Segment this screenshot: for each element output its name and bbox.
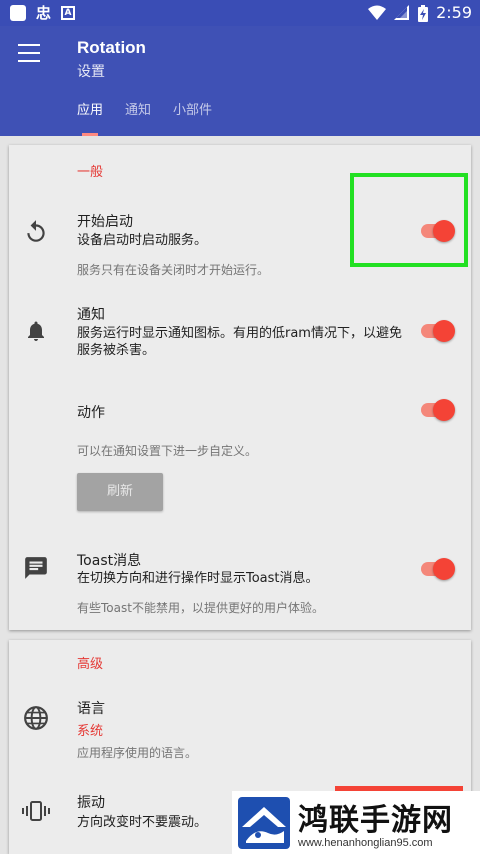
refresh-button[interactable]: 刷新 (77, 473, 163, 511)
app-bar: Rotation 设置 应用 通知 小部件 (0, 26, 480, 136)
restart-icon (21, 217, 51, 247)
highlight-annotation (350, 173, 468, 267)
wifi-icon (368, 5, 387, 20)
clock: 2:59 (436, 3, 472, 22)
setting-hint: 可以在通知设置下进一步自定义。 (77, 444, 258, 458)
section-header-advanced: 高级 (77, 657, 104, 672)
watermark: 鸿联手游网 www.henanhonglian95.com (232, 791, 480, 854)
setting-title: 通知 (77, 307, 105, 323)
setting-description: 服务运行时显示通知图标。有用的低ram情况下，以避免服务被杀害。 (77, 326, 402, 358)
setting-title: Toast消息 (77, 553, 142, 569)
setting-title: 语言 (77, 701, 105, 717)
language-value: 系统 (77, 724, 104, 739)
setting-hint: 服务只有在设备关闭时才开始运行。 (77, 263, 270, 277)
toast-switch[interactable] (419, 556, 457, 582)
globe-icon (21, 703, 51, 733)
setting-title: 开始启动 (77, 214, 133, 230)
app-subtitle: 设置 (77, 64, 105, 80)
notification-app-icon (10, 5, 26, 21)
menu-icon[interactable] (18, 44, 42, 64)
watermark-logo (238, 797, 290, 849)
signal-icon (394, 5, 410, 20)
notification-switch[interactable] (419, 318, 457, 344)
watermark-title: 鸿联手游网 (298, 803, 453, 838)
notification-glyph: 忠 (36, 4, 52, 22)
setting-hint: 应用程序使用的语言。 (77, 746, 198, 760)
battery-icon (418, 4, 429, 22)
setting-title: 动作 (77, 405, 105, 421)
tab-notification[interactable]: 通知 (114, 98, 162, 136)
message-icon (21, 553, 51, 583)
setting-hint: 有些Toast不能禁用，以提供更好的用户体验。 (77, 601, 324, 615)
tab-widgets[interactable]: 小部件 (162, 98, 223, 136)
setting-description: 在切换方向和进行操作时显示Toast消息。 (77, 571, 319, 586)
setting-title: 振动 (77, 795, 105, 811)
vibration-icon (21, 796, 51, 826)
status-bar: 忠 A 2:59 (0, 0, 480, 26)
bell-icon (21, 316, 51, 346)
app-title: Rotation (77, 38, 146, 57)
tab-app[interactable]: 应用 (66, 98, 114, 136)
action-switch[interactable] (419, 397, 457, 423)
tab-bar: 应用 通知 小部件 (66, 98, 223, 136)
notification-letter-icon: A (61, 6, 76, 20)
section-header-general: 一般 (77, 165, 104, 180)
watermark-url: www.henanhonglian95.com (298, 837, 433, 849)
